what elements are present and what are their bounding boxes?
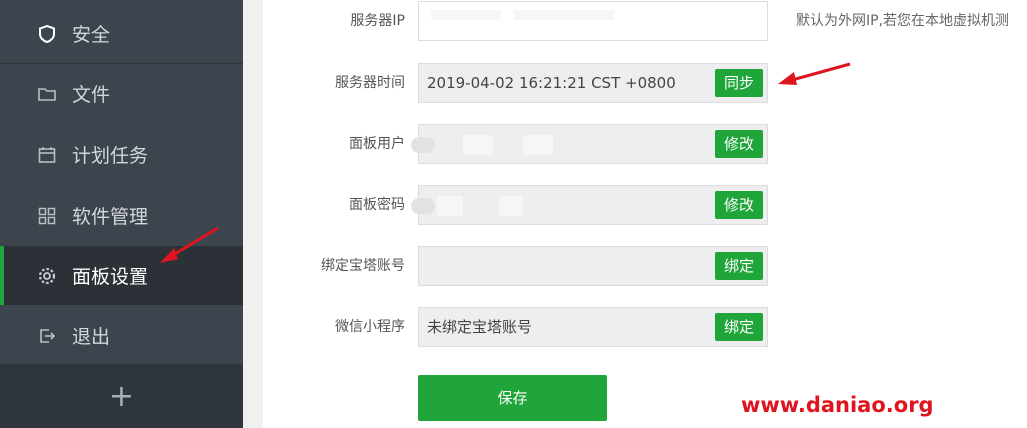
server-ip-field[interactable] (418, 1, 768, 41)
annotation-arrow (160, 226, 219, 263)
watermark: www.daniao.org (741, 393, 934, 417)
shield-icon (36, 23, 58, 45)
wechat-app-label: 微信小程序 (335, 319, 405, 335)
sidebar-item-cron[interactable]: 计划任务 (0, 125, 243, 184)
annotation-arrow (778, 62, 851, 85)
sidebar-item-label: 软件管理 (72, 206, 149, 228)
add-button[interactable]: + (0, 364, 243, 428)
server-ip-note: 默认为外网IP,若您在本地虚拟机测 (796, 13, 1010, 29)
edit-password-button[interactable]: 修改 (714, 191, 763, 219)
server-time-label: 服务器时间 (335, 75, 405, 91)
panel-password-label: 面板密码 (349, 197, 405, 213)
bind-account-label: 绑定宝塔账号 (321, 258, 405, 274)
server-time-value: 2019-04-02 16:21:21 CST +0800 (427, 74, 676, 92)
panel-user-field[interactable]: 修改 (411, 124, 768, 164)
blurred-value (514, 10, 614, 20)
sidebar-item-label: 面板设置 (72, 266, 149, 288)
save-button[interactable]: 保存 (418, 375, 607, 421)
blurred-value (411, 137, 435, 153)
bind-wechat-button[interactable]: 绑定 (714, 313, 763, 341)
folder-icon (36, 83, 58, 105)
blurred-value (523, 135, 553, 155)
server-ip-label: 服务器IP (350, 13, 405, 29)
server-time-field[interactable]: 2019-04-02 16:21:21 CST +0800 同步 (418, 63, 768, 103)
sync-button[interactable]: 同步 (714, 69, 763, 97)
blurred-value (431, 10, 501, 20)
wechat-app-field[interactable]: 未绑定宝塔账号 绑定 (418, 307, 768, 347)
gear-icon (36, 265, 58, 287)
sidebar-item-security[interactable]: 安全 (0, 4, 243, 63)
sidebar-item-label: 文件 (72, 84, 111, 106)
sidebar-item-label: 安全 (72, 24, 111, 46)
blurred-value (437, 196, 463, 216)
sidebar-item-label: 退出 (72, 326, 111, 348)
grid-icon (36, 205, 58, 227)
panel-password-field[interactable]: 修改 (411, 185, 768, 225)
bind-account-field[interactable]: 绑定 (418, 246, 768, 286)
blurred-value (463, 135, 493, 155)
edit-user-button[interactable]: 修改 (714, 130, 763, 158)
panel-user-label: 面板用户 (349, 136, 405, 152)
blurred-value (411, 198, 435, 214)
sidebar-item-logout[interactable]: 退出 (0, 306, 243, 365)
bind-account-button[interactable]: 绑定 (714, 252, 763, 280)
logout-icon (36, 325, 58, 347)
sidebar-item-label: 计划任务 (72, 145, 149, 167)
wechat-app-value: 未绑定宝塔账号 (427, 318, 533, 336)
blurred-value (499, 196, 523, 216)
calendar-icon (36, 144, 58, 166)
sidebar-item-files[interactable]: 文件 (0, 64, 243, 123)
sidebar: 安全 文件 计划任务 软件管理 面板设置 退出 + (0, 0, 243, 428)
